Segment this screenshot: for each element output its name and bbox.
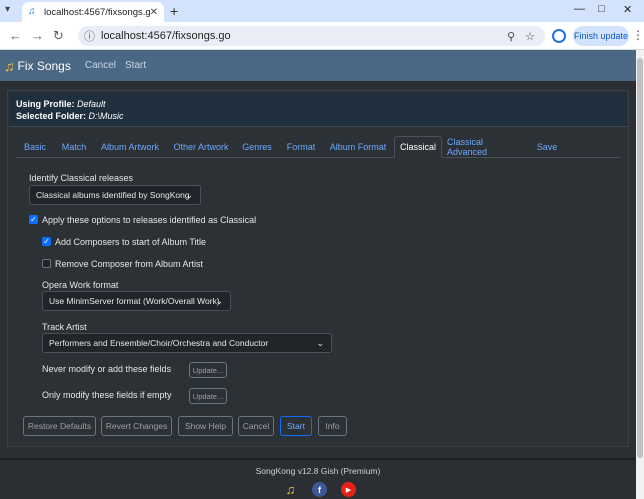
tab-classical[interactable]: Classical [394, 136, 442, 158]
only-modify-update-button[interactable]: Update... [189, 388, 227, 404]
tab-genres[interactable]: Genres [238, 136, 276, 158]
profile-info-bar: Using Profile: Default Selected Folder: … [9, 93, 627, 127]
profile-label: Using Profile: [16, 99, 75, 109]
apply-label[interactable]: Apply these options to releases identifi… [42, 215, 256, 225]
only-modify-label: Only modify these fields if empty [42, 390, 172, 400]
info-button[interactable]: Info [318, 416, 347, 436]
url-field[interactable]: ⓘ localhost:4567/fixsongs.go ⚲ ☆ [78, 26, 545, 46]
youtube-icon[interactable]: ▶ [341, 482, 356, 497]
window-close-icon[interactable]: ✕ [623, 3, 632, 16]
track-artist-select-value: Performers and Ensemble/Choir/Orchestra … [49, 338, 269, 348]
cancel-button[interactable]: Cancel [238, 416, 274, 436]
folder-value: D:\Music [88, 111, 124, 121]
songkong-logo-icon: ♫ [4, 57, 15, 74]
address-bar: ← → ↻ ⓘ localhost:4567/fixsongs.go ⚲ ☆ F… [0, 22, 644, 50]
remove-composer-checkbox[interactable] [42, 259, 51, 268]
back-icon[interactable]: ← [9, 28, 22, 43]
identify-select[interactable]: Classical albums identified by SongKong … [29, 185, 201, 205]
songkong-footer-logo-icon[interactable]: ♫ [283, 482, 298, 497]
tab-classical-advanced[interactable]: Classical Advanced [447, 136, 525, 158]
url-text[interactable]: localhost:4567/fixsongs.go [101, 30, 507, 42]
never-modify-label: Never modify or add these fields [42, 364, 172, 374]
profile-avatar-icon[interactable] [552, 29, 566, 43]
options-tabs: Basic Match Album Artwork Other Artwork … [16, 136, 620, 158]
revert-changes-button[interactable]: Revert Changes [101, 416, 172, 436]
maximize-icon[interactable]: □ [598, 3, 605, 15]
page-title: Fix Songs [17, 58, 71, 73]
tab-basic[interactable]: Basic [16, 136, 54, 158]
tab-format[interactable]: Format [282, 136, 320, 158]
minimize-icon[interactable]: — [574, 3, 585, 15]
header-cancel-link[interactable]: Cancel [85, 60, 116, 71]
add-composers-checkbox[interactable]: ✓ [42, 237, 51, 246]
close-tab-icon[interactable]: ✕ [150, 7, 158, 18]
music-note-favicon-icon: ♫ [28, 6, 36, 17]
facebook-icon[interactable]: f [312, 482, 327, 497]
browser-tab-title: localhost:4567/fixsongs.go [44, 6, 150, 18]
track-artist-label: Track Artist [42, 322, 87, 332]
browser-tab-strip: ▾ ♫ localhost:4567/fixsongs.go ✕ + — □ ✕ [0, 0, 644, 22]
opera-select[interactable]: Use MinimServer format (Work/Overall Wor… [42, 291, 231, 311]
header-start-link[interactable]: Start [125, 60, 146, 71]
chevron-down-icon: ⌄ [215, 296, 223, 306]
opera-label: Opera Work format [42, 280, 119, 290]
browser-menu-icon[interactable]: ⋮ [632, 28, 644, 42]
add-composers-label[interactable]: Add Composers to start of Album Title [55, 237, 206, 247]
version-text: SongKong v12.8 Gish (Premium) [255, 466, 381, 476]
identify-select-value: Classical albums identified by SongKong [36, 190, 190, 200]
tab-search-icon[interactable]: ▾ [5, 4, 17, 15]
bookmark-star-icon[interactable]: ☆ [525, 30, 535, 43]
forward-icon[interactable]: → [31, 28, 44, 43]
track-artist-select[interactable]: Performers and Ensemble/Choir/Orchestra … [42, 333, 332, 353]
tab-save[interactable]: Save [532, 136, 562, 158]
chevron-down-icon: ⌄ [316, 338, 324, 348]
tab-other-artwork[interactable]: Other Artwork [169, 136, 233, 158]
never-modify-update-button[interactable]: Update... [189, 362, 227, 378]
app-header: ♫ Fix Songs Cancel Start [0, 50, 636, 81]
folder-label: Selected Folder: [16, 111, 87, 121]
tab-album-format[interactable]: Album Format [326, 136, 390, 158]
remove-composer-label[interactable]: Remove Composer from Album Artist [55, 259, 203, 269]
show-help-button[interactable]: Show Help [178, 416, 233, 436]
zoom-icon[interactable]: ⚲ [507, 30, 515, 43]
site-info-icon[interactable]: ⓘ [84, 28, 95, 44]
tab-match[interactable]: Match [57, 136, 91, 158]
apply-checkbox[interactable]: ✓ [29, 215, 38, 224]
restore-defaults-button[interactable]: Restore Defaults [23, 416, 96, 436]
chevron-down-icon: ⌄ [185, 190, 193, 200]
opera-select-value: Use MinimServer format (Work/Overall Wor… [49, 296, 220, 306]
finish-update-button[interactable]: Finish update [573, 26, 629, 46]
new-tab-icon[interactable]: + [170, 3, 178, 19]
tab-album-artwork[interactable]: Album Artwork [96, 136, 164, 158]
browser-tab[interactable]: ♫ localhost:4567/fixsongs.go ✕ [22, 2, 164, 22]
reload-icon[interactable]: ↻ [53, 28, 64, 44]
start-button[interactable]: Start [280, 416, 312, 436]
profile-value: Default [77, 99, 106, 109]
scrollbar-thumb[interactable] [637, 58, 643, 458]
identify-label: Identify Classical releases [29, 173, 134, 183]
